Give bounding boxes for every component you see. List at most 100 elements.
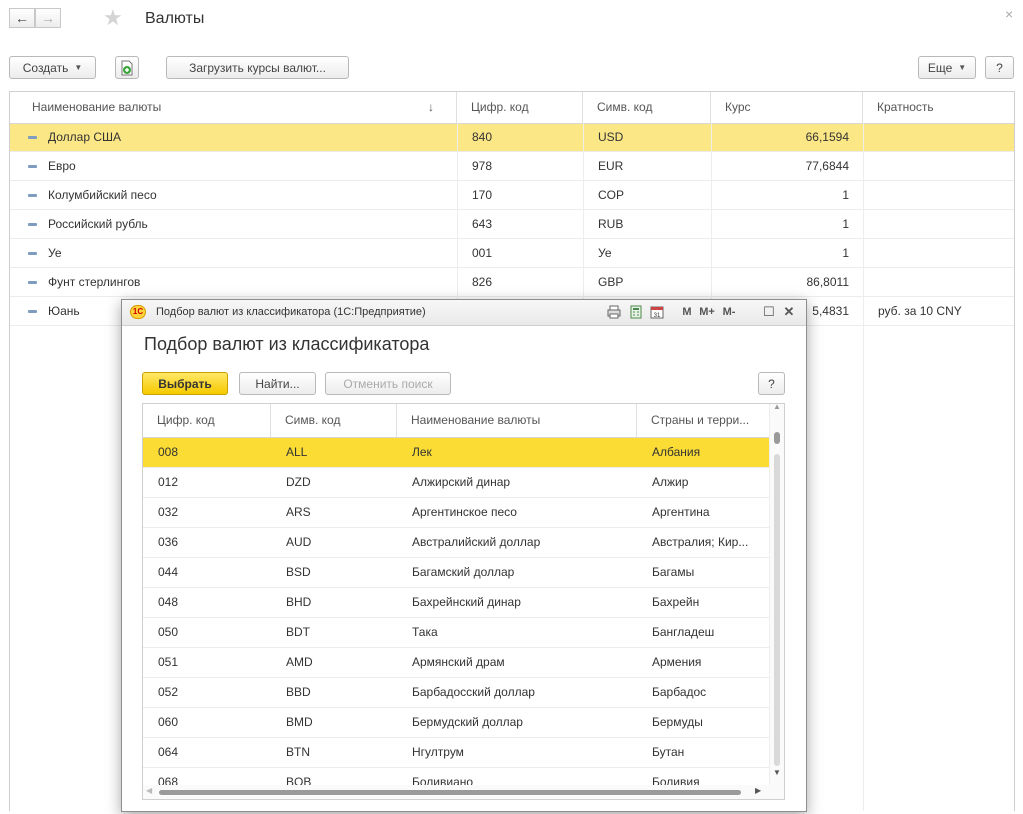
- column-header-name[interactable]: Наименование валюты: [397, 404, 637, 437]
- cell-sym: DZD: [286, 475, 311, 489]
- table-row[interactable]: 044 BSD Багамский доллар Багамы: [143, 558, 771, 588]
- cell-code: 051: [158, 655, 179, 669]
- cell-rate: 86,8011: [806, 275, 850, 289]
- classifier-dialog[interactable]: 1С Подбор валют из классификатора (1С:Пр…: [121, 299, 807, 812]
- page-title: Валюты: [145, 10, 205, 27]
- table-row[interactable]: 008 ALL Лек Албания: [143, 438, 771, 468]
- scroll-thumb[interactable]: [774, 432, 780, 444]
- calendar-icon[interactable]: 31: [650, 305, 664, 319]
- cell-rate: 1: [842, 246, 849, 260]
- table-row[interactable]: 060 BMD Бермудский доллар Бермуды: [143, 708, 771, 738]
- cell-name: Колумбийский песо: [48, 188, 157, 202]
- memory-icon[interactable]: M: [680, 304, 694, 320]
- table-row[interactable]: 048 BHD Бахрейнский динар Бахрейн: [143, 588, 771, 618]
- table-row[interactable]: 052 BBD Барбадосский доллар Барбадос: [143, 678, 771, 708]
- cell-rate: 1: [842, 188, 849, 202]
- cell-sym: USD: [598, 130, 624, 144]
- create-button[interactable]: Создать ▼: [9, 56, 96, 79]
- table-row[interactable]: 036 AUD Австралийский доллар Австралия; Кир…: [143, 528, 771, 558]
- column-header-symbol[interactable]: Симв. код: [583, 92, 711, 123]
- cell-name: Уе: [48, 246, 62, 260]
- cell-name: Австралийский доллар: [412, 535, 541, 549]
- memory-plus-icon[interactable]: M+: [698, 304, 716, 320]
- column-header-multiplicity[interactable]: Кратность: [863, 92, 1014, 123]
- calculator-icon[interactable]: [629, 305, 643, 319]
- cell-name: Армянский драм: [412, 655, 505, 669]
- memory-minus-icon[interactable]: M-: [720, 304, 738, 320]
- cell-name: Бахрейнский динар: [412, 595, 521, 609]
- scroll-up-icon[interactable]: ▲: [773, 404, 781, 411]
- scroll-thumb[interactable]: [159, 790, 741, 795]
- forward-button[interactable]: →: [35, 8, 61, 28]
- cell-mult: [863, 124, 1014, 152]
- more-button[interactable]: Еще ▼: [918, 56, 976, 79]
- classifier-table[interactable]: Цифр. код Симв. код Наименование валюты …: [142, 403, 785, 800]
- column-header-code[interactable]: Цифр. код: [143, 404, 271, 437]
- close-icon[interactable]: ×: [1005, 6, 1013, 22]
- cell-country: Бермуды: [652, 715, 703, 729]
- cell-country: Армения: [652, 655, 702, 669]
- close-icon[interactable]: ✕: [782, 304, 796, 320]
- table-row[interactable]: 064 BTN Нгултрум Бутан: [143, 738, 771, 768]
- help-button[interactable]: ?: [985, 56, 1014, 79]
- back-button[interactable]: ←: [9, 8, 35, 28]
- dialog-window-title: Подбор валют из классификатора (1С:Предп…: [156, 306, 426, 318]
- find-button[interactable]: Найти...: [239, 372, 316, 395]
- table-row[interactable]: 051 AMD Армянский драм Армения: [143, 648, 771, 678]
- cell-name: Нгултрум: [412, 745, 464, 759]
- cell-code: 978: [472, 159, 493, 173]
- scroll-down-icon[interactable]: ▼: [773, 768, 781, 777]
- horizontal-scrollbar[interactable]: ◀ ▶: [143, 785, 771, 799]
- column-header-countries[interactable]: Страны и терри...: [637, 404, 771, 437]
- table-row[interactable]: 032 ARS Аргентинское песо Аргентина: [143, 498, 771, 528]
- select-button[interactable]: Выбрать: [142, 372, 228, 395]
- cell-name: Доллар США: [48, 130, 122, 144]
- column-header-code[interactable]: Цифр. код: [457, 92, 583, 123]
- column-header-rate[interactable]: Курс: [711, 92, 863, 123]
- more-label: Еще: [927, 60, 953, 75]
- table-header: Наименование валюты ↓ Цифр. код Симв. ко…: [10, 92, 1014, 124]
- column-divider: [863, 123, 864, 811]
- load-rates-button[interactable]: Загрузить курсы валют...: [166, 56, 349, 79]
- cell-name: Барбадосский доллар: [412, 685, 535, 699]
- cell-country: Барбадос: [652, 685, 707, 699]
- scroll-left-icon[interactable]: ◀: [146, 786, 152, 795]
- cell-mult: [863, 182, 1014, 210]
- table-header: Цифр. код Симв. код Наименование валюты …: [143, 404, 784, 438]
- cell-sym: AMD: [286, 655, 313, 669]
- cell-rate: 66,1594: [805, 130, 849, 144]
- help-button[interactable]: ?: [758, 372, 785, 395]
- cell-sym: ALL: [286, 445, 308, 459]
- column-header-name[interactable]: Наименование валюты: [10, 92, 457, 123]
- scroll-right-icon[interactable]: ▶: [755, 786, 761, 795]
- cell-code: 008: [158, 445, 179, 459]
- cell-mult: [863, 240, 1014, 268]
- sort-down-icon[interactable]: ↓: [428, 92, 434, 123]
- dialog-titlebar[interactable]: 1С Подбор валют из классификатора (1С:Пр…: [122, 300, 806, 326]
- favorite-star-icon[interactable]: ★: [103, 5, 123, 31]
- cell-sym: EUR: [598, 159, 624, 173]
- cell-rate: 1: [842, 217, 849, 231]
- maximize-icon[interactable]: ☐: [762, 304, 776, 320]
- table-row[interactable]: 050 BDT Така Бангладеш: [143, 618, 771, 648]
- column-header-symbol[interactable]: Симв. код: [271, 404, 397, 437]
- cell-sym: BMD: [286, 715, 313, 729]
- 1c-logo-icon: 1С: [130, 305, 146, 319]
- cell-code: 052: [158, 685, 179, 699]
- cell-country: Аргентина: [652, 505, 710, 519]
- cell-name: Багамский доллар: [412, 565, 515, 579]
- scroll-track[interactable]: [774, 454, 780, 766]
- print-icon[interactable]: [607, 305, 621, 319]
- dialog-heading: Подбор валют из классификатора: [144, 334, 430, 354]
- svg-text:31: 31: [654, 313, 661, 319]
- table-row[interactable]: 012 DZD Алжирский динар Алжир: [143, 468, 771, 498]
- cell-sym: AUD: [286, 535, 312, 549]
- add-from-classifier-button[interactable]: [115, 56, 139, 79]
- vertical-scrollbar[interactable]: ▲ ▼: [769, 404, 784, 799]
- cell-code: 840: [472, 130, 493, 144]
- cell-country: Багамы: [652, 565, 695, 579]
- forward-arrow-icon: →: [41, 10, 55, 26]
- cell-country: Бутан: [652, 745, 685, 759]
- cancel-search-button[interactable]: Отменить поиск: [325, 372, 451, 395]
- cell-sym: BHD: [286, 595, 312, 609]
